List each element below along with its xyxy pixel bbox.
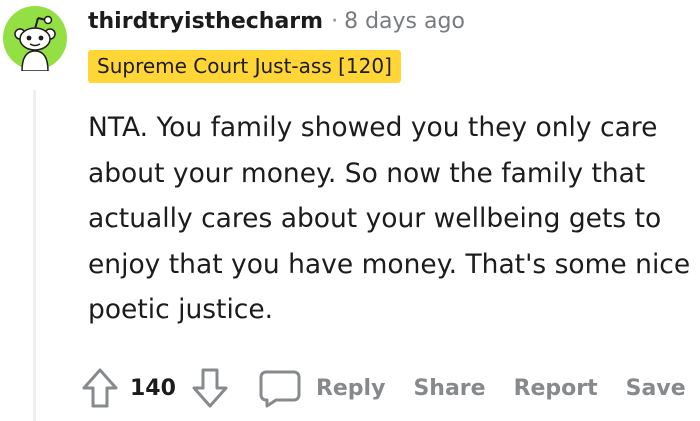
thread-line[interactable] xyxy=(33,90,36,421)
reply-button[interactable]: Reply xyxy=(258,368,386,408)
timestamp[interactable]: 8 days ago xyxy=(344,9,465,34)
share-button[interactable]: Share xyxy=(413,376,485,401)
save-button[interactable]: Save xyxy=(626,376,686,401)
arrow-down-icon xyxy=(192,368,228,408)
username[interactable]: thirdtryisthecharm xyxy=(88,9,323,34)
vote-score: 140 xyxy=(130,375,176,401)
comment-body: NTA. You family showed you they only car… xyxy=(88,112,691,325)
user-avatar[interactable] xyxy=(2,5,68,72)
reply-label: Reply xyxy=(315,375,386,401)
comment: thirdtryisthecharm · 8 days ago Supreme … xyxy=(0,0,700,421)
comment-header: thirdtryisthecharm · 8 days ago xyxy=(88,4,465,38)
report-button[interactable]: Report xyxy=(514,376,598,401)
separator-dot: · xyxy=(331,8,339,34)
upvote-button[interactable] xyxy=(80,366,120,410)
downvote-button[interactable] xyxy=(190,366,230,410)
arrow-up-icon xyxy=(82,368,118,408)
snoo-avatar-icon xyxy=(3,6,67,72)
speech-bubble-icon xyxy=(259,370,301,408)
comment-actions: 140 Reply Share Report Save xyxy=(80,364,686,412)
user-flair: Supreme Court Just-ass [120] xyxy=(88,50,401,83)
